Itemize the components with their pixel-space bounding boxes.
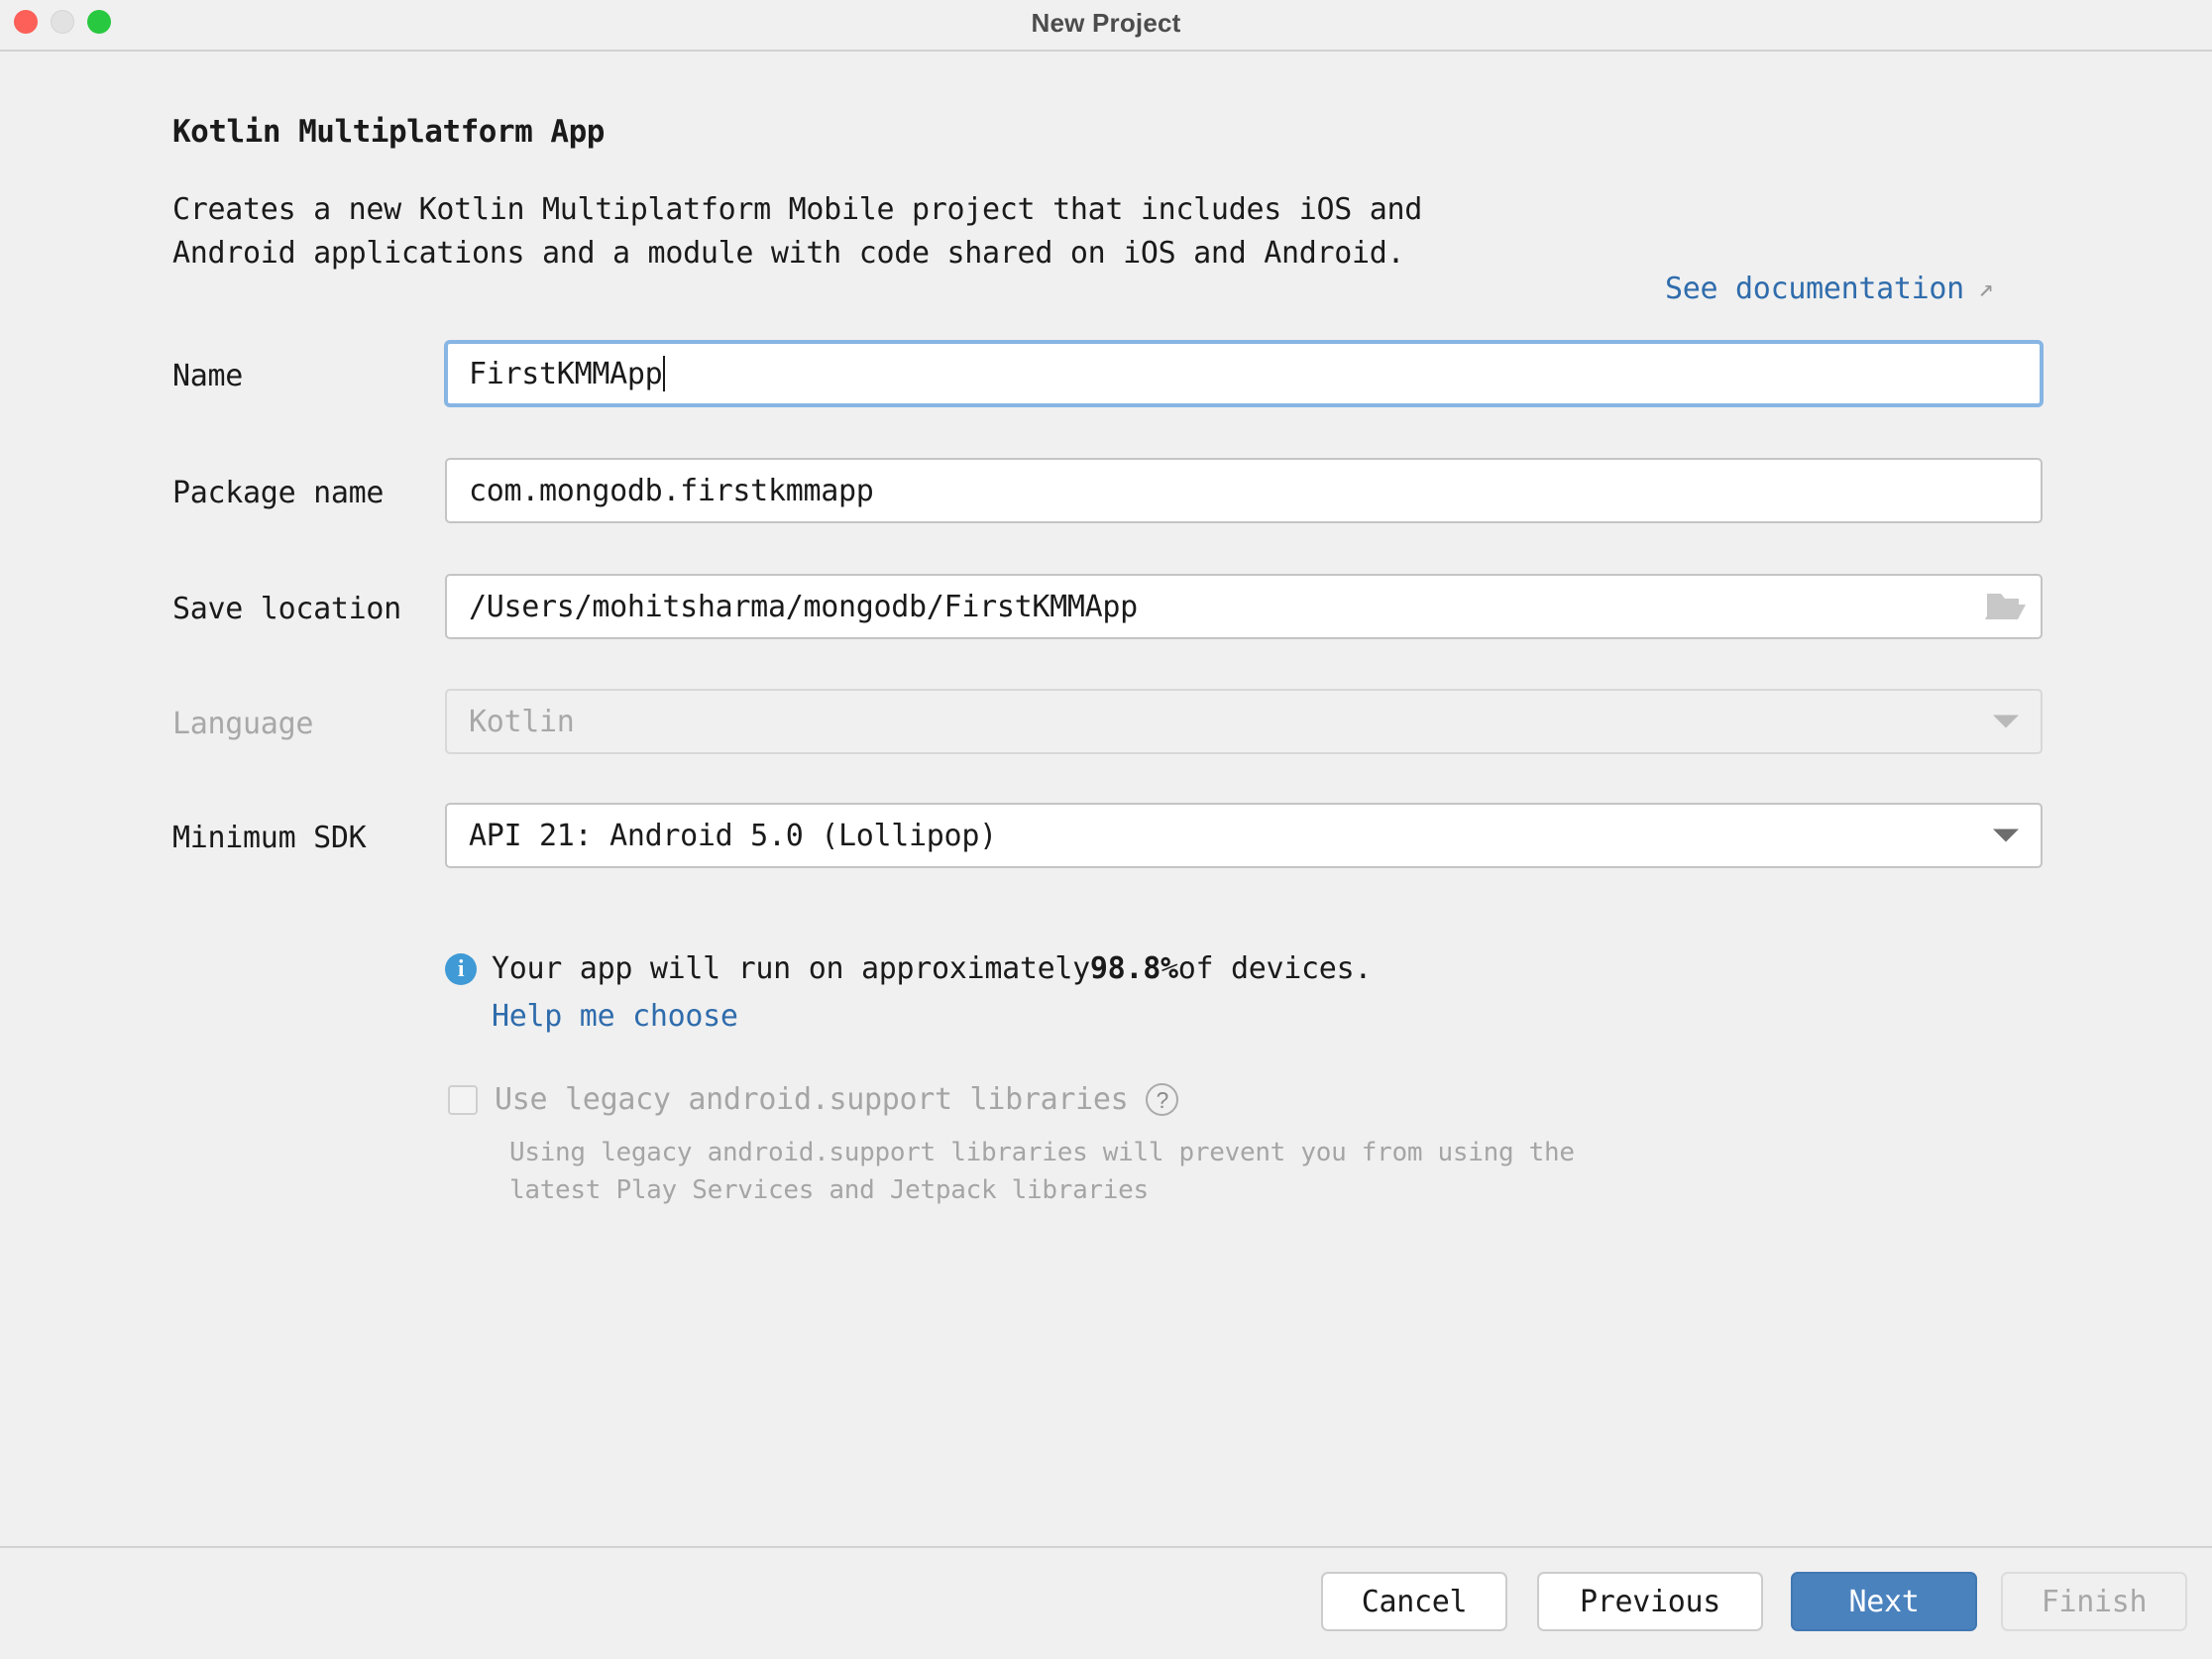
window-title-bar: New Project (0, 0, 2212, 52)
legacy-libraries-row: Use legacy android.support libraries ? (448, 1082, 1179, 1117)
cancel-button[interactable]: Cancel (1321, 1572, 1507, 1631)
save-location-label: Save location (172, 592, 401, 626)
chevron-down-icon[interactable] (1993, 829, 2019, 842)
dialog-footer: Cancel Previous Next Finish (0, 1546, 2212, 1659)
see-documentation-link[interactable]: See documentation ↗ (1665, 272, 1994, 306)
info-icon: i (445, 952, 477, 985)
folder-icon[interactable] (1985, 590, 2027, 623)
see-documentation-label: See documentation (1665, 272, 1964, 306)
text-cursor (663, 356, 666, 391)
legacy-libraries-checkbox (448, 1084, 478, 1115)
package-name-label: Package name (172, 476, 385, 510)
legacy-libraries-description: Using legacy android.support libraries w… (509, 1138, 1575, 1205)
package-name-input[interactable]: com.mongodb.firstkmmapp (445, 458, 2043, 523)
device-coverage-text-after: of devices. (1177, 951, 1373, 986)
save-location-input[interactable]: /Users/mohitsharma/mongodb/FirstKMMApp (445, 574, 2043, 639)
previous-button[interactable]: Previous (1537, 1572, 1763, 1631)
device-coverage-info: i Your app will run on approximately 98.… (445, 951, 1372, 986)
save-location-value: /Users/mohitsharma/mongodb/FirstKMMApp (469, 589, 1138, 624)
dialog-content: Kotlin Multiplatform App Creates a new K… (0, 52, 2212, 1546)
minimum-sdk-label: Minimum SDK (172, 821, 367, 855)
language-label: Language (172, 707, 314, 741)
page-description: Creates a new Kotlin Multiplatform Mobil… (172, 192, 1423, 271)
language-value: Kotlin (469, 704, 575, 739)
window-title: New Project (1031, 8, 1181, 38)
help-me-choose-link[interactable]: Help me choose (492, 999, 738, 1034)
device-coverage-text-before: Your app will run on approximately (492, 951, 1090, 986)
next-button[interactable]: Next (1791, 1572, 1977, 1631)
name-label: Name (172, 359, 244, 393)
external-link-icon: ↗ (1977, 274, 1994, 303)
device-coverage-percent: 98.8% (1089, 951, 1178, 986)
question-mark-icon[interactable]: ? (1146, 1083, 1179, 1116)
name-input-value: FirstKMMApp (469, 356, 663, 391)
language-dropdown: Kotlin (445, 689, 2043, 754)
minimum-sdk-value: API 21: Android 5.0 (Lollipop) (469, 818, 997, 853)
name-input[interactable]: FirstKMMApp (445, 341, 2043, 406)
legacy-libraries-label: Use legacy android.support libraries (495, 1082, 1129, 1117)
page-title: Kotlin Multiplatform App (172, 114, 605, 150)
chevron-down-icon (1993, 715, 2019, 728)
finish-button: Finish (2001, 1572, 2187, 1631)
package-name-value: com.mongodb.firstkmmapp (469, 473, 874, 508)
minimum-sdk-dropdown[interactable]: API 21: Android 5.0 (Lollipop) (445, 803, 2043, 868)
